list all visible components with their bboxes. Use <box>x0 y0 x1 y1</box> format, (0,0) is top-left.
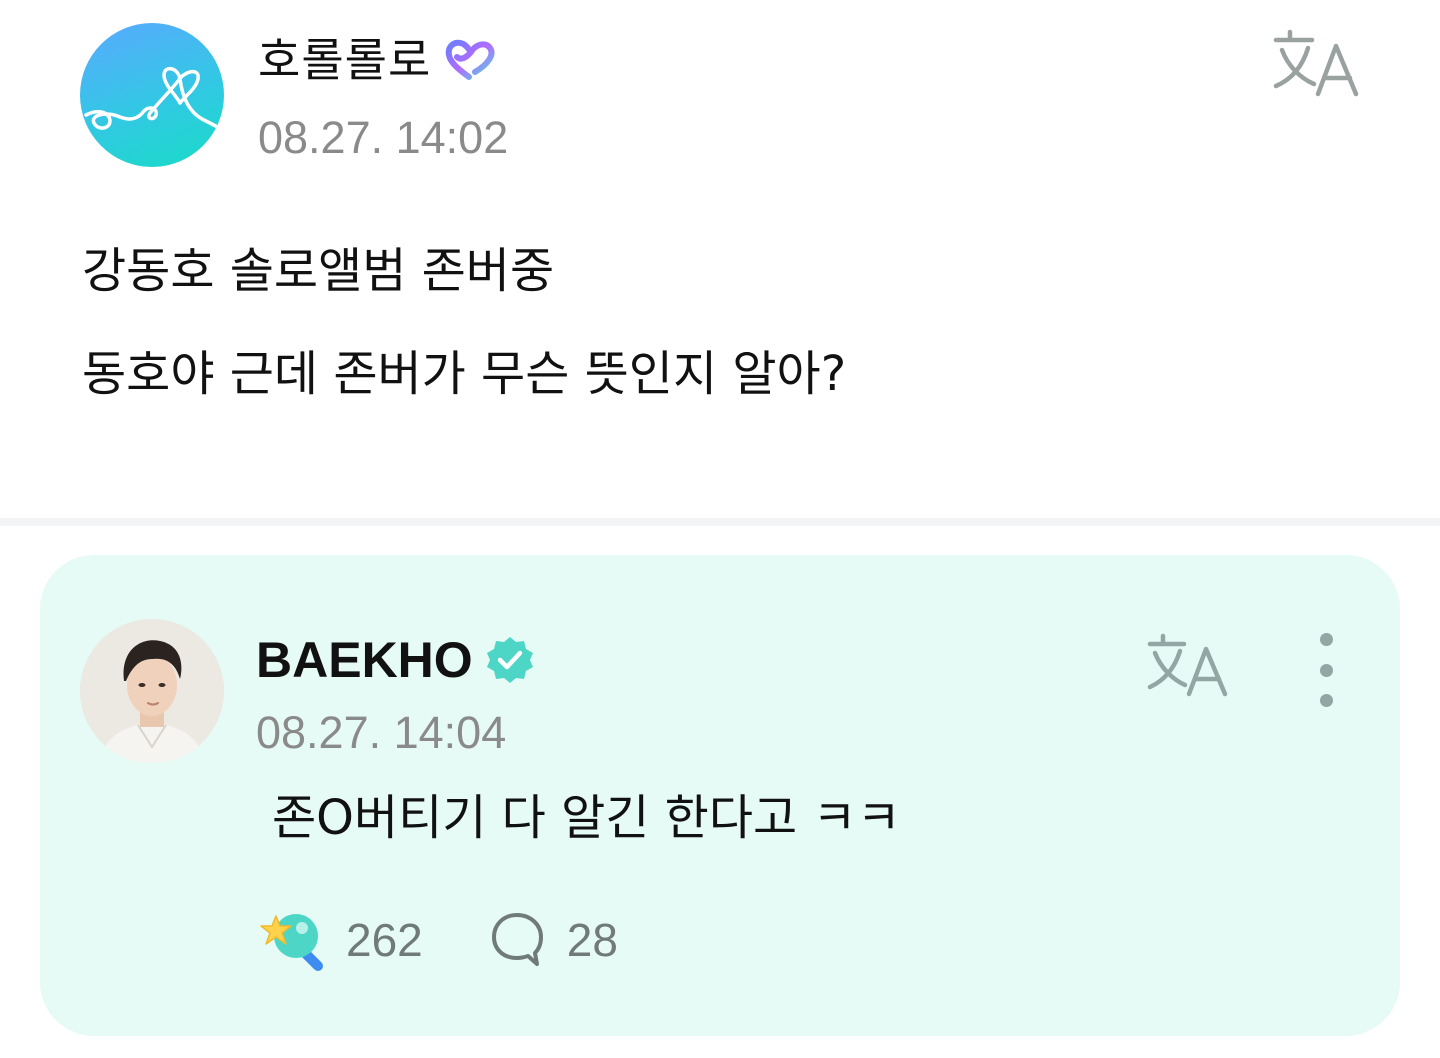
more-vertical-icon[interactable] <box>1304 633 1348 707</box>
comment-author-name[interactable]: BAEKHO <box>256 630 473 690</box>
speech-bubble-icon <box>491 913 543 966</box>
post-author-name[interactable]: 호롤롤로 <box>258 30 431 90</box>
more-dot <box>1319 633 1333 646</box>
section-divider <box>0 518 1440 526</box>
cheer-wand-icon <box>260 914 323 971</box>
more-dot <box>1319 663 1333 677</box>
comment-actions: 262 28 <box>258 905 618 975</box>
heart-line-avatar-art <box>84 66 224 133</box>
post-timestamp: 08.27. 14:02 <box>258 112 509 163</box>
membership-heart-icon <box>446 39 495 80</box>
verified-badge-icon <box>486 637 533 683</box>
post-author-avatar[interactable] <box>80 23 224 167</box>
more-dot <box>1319 694 1333 707</box>
post-text-line: 강동호 솔로앨범 존버중 <box>82 243 555 299</box>
comment-timestamp: 08.27. 14:04 <box>256 707 507 758</box>
comment-author: BAEKHO <box>256 630 535 690</box>
artist-comment-card: BAEKHO 08.27. 14:04 존O버티기 다 알긴 한다고 ㅋㅋ 26… <box>40 555 1400 1036</box>
comment-author-avatar[interactable] <box>80 619 224 763</box>
translate-icon[interactable] <box>1144 631 1234 701</box>
reply-button[interactable]: 28 <box>489 910 618 970</box>
profile-photo <box>80 619 224 763</box>
reply-count: 28 <box>566 914 618 966</box>
post-body: 강동호 솔로앨범 존버중 동호야 근데 존버가 무슨 뜻인지 알아? <box>82 220 1382 426</box>
comment-text: 존O버티기 다 알긴 한다고 ㅋㅋ <box>272 790 901 846</box>
post: 호롤롤로 08.27. 14:02 강동호 솔로앨범 존버중 동호야 근데 존버… <box>0 0 1440 518</box>
like-button[interactable]: 262 <box>258 908 423 972</box>
post-author: 호롤롤로 <box>258 30 497 90</box>
translate-icon[interactable] <box>1270 26 1366 102</box>
post-text-line: 동호야 근데 존버가 무슨 뜻인지 알아? <box>82 346 847 402</box>
like-count: 262 <box>346 914 423 966</box>
